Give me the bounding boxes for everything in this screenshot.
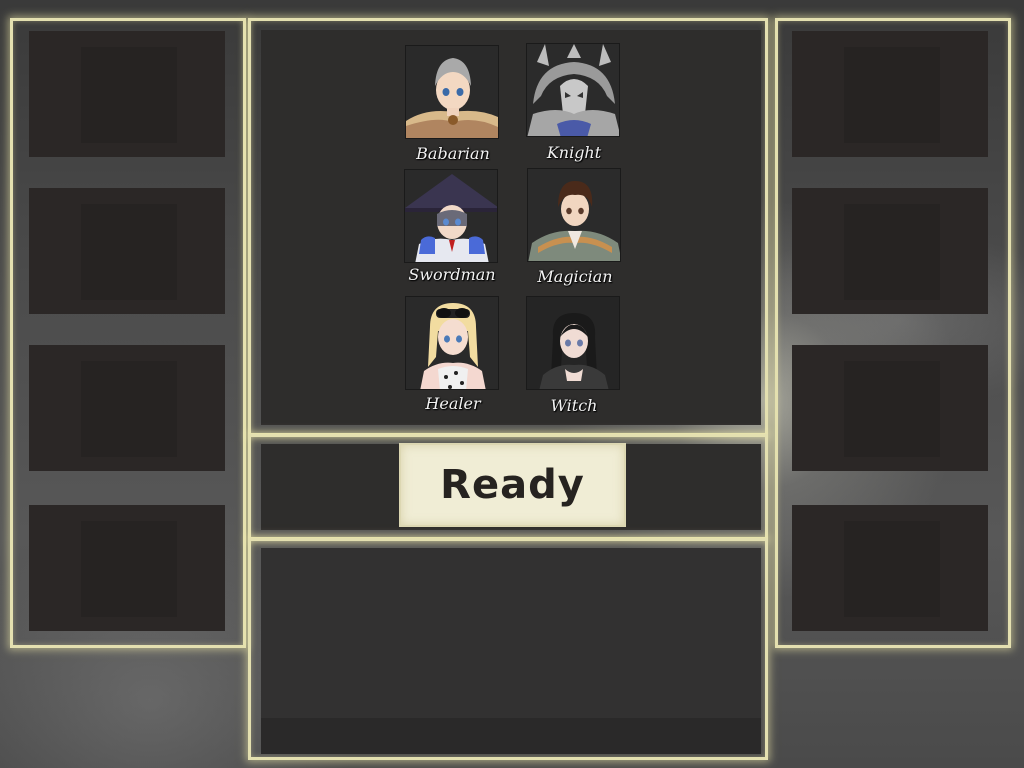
character-card-magician[interactable]	[527, 168, 621, 262]
character-name-witch: Witch	[550, 396, 598, 415]
character-name-babarian: Babarian	[416, 144, 490, 163]
info-panel-footer	[261, 718, 761, 754]
ready-button[interactable]: Ready	[399, 443, 626, 527]
character-card-swordman[interactable]	[404, 169, 498, 263]
magician-portrait-icon	[528, 169, 620, 261]
character-name-swordman: Swordman	[408, 265, 496, 284]
slot-avatar-placeholder	[844, 361, 940, 457]
ready-button-label: Ready	[440, 462, 585, 508]
left-player-slot-4[interactable]	[29, 505, 225, 631]
character-name-magician: Magician	[537, 267, 613, 286]
left-player-slot-1[interactable]	[29, 31, 225, 157]
right-player-slot-4[interactable]	[792, 505, 988, 631]
right-player-slot-2[interactable]	[792, 188, 988, 314]
character-card-knight[interactable]	[526, 43, 620, 137]
slot-avatar-placeholder	[844, 521, 940, 617]
character-card-babarian[interactable]	[405, 45, 499, 139]
slot-avatar-placeholder	[844, 204, 940, 300]
right-player-slot-3[interactable]	[792, 345, 988, 471]
character-name-healer: Healer	[425, 394, 481, 413]
right-player-slot-1[interactable]	[792, 31, 988, 157]
left-player-slot-3[interactable]	[29, 345, 225, 471]
character-card-healer[interactable]	[405, 296, 499, 390]
knight-portrait-icon	[527, 44, 619, 136]
character-card-witch[interactable]	[526, 296, 620, 390]
barbarian-portrait-icon	[406, 46, 498, 138]
swordman-portrait-icon	[405, 170, 497, 262]
witch-portrait-icon	[527, 297, 619, 389]
character-select-panel	[261, 30, 761, 425]
healer-portrait-icon	[406, 297, 498, 389]
slot-avatar-placeholder	[81, 521, 177, 617]
slot-avatar-placeholder	[81, 47, 177, 143]
character-name-knight: Knight	[546, 143, 602, 162]
slot-avatar-placeholder	[81, 204, 177, 300]
info-panel	[261, 548, 761, 718]
slot-avatar-placeholder	[844, 47, 940, 143]
left-player-slot-2[interactable]	[29, 188, 225, 314]
slot-avatar-placeholder	[81, 361, 177, 457]
